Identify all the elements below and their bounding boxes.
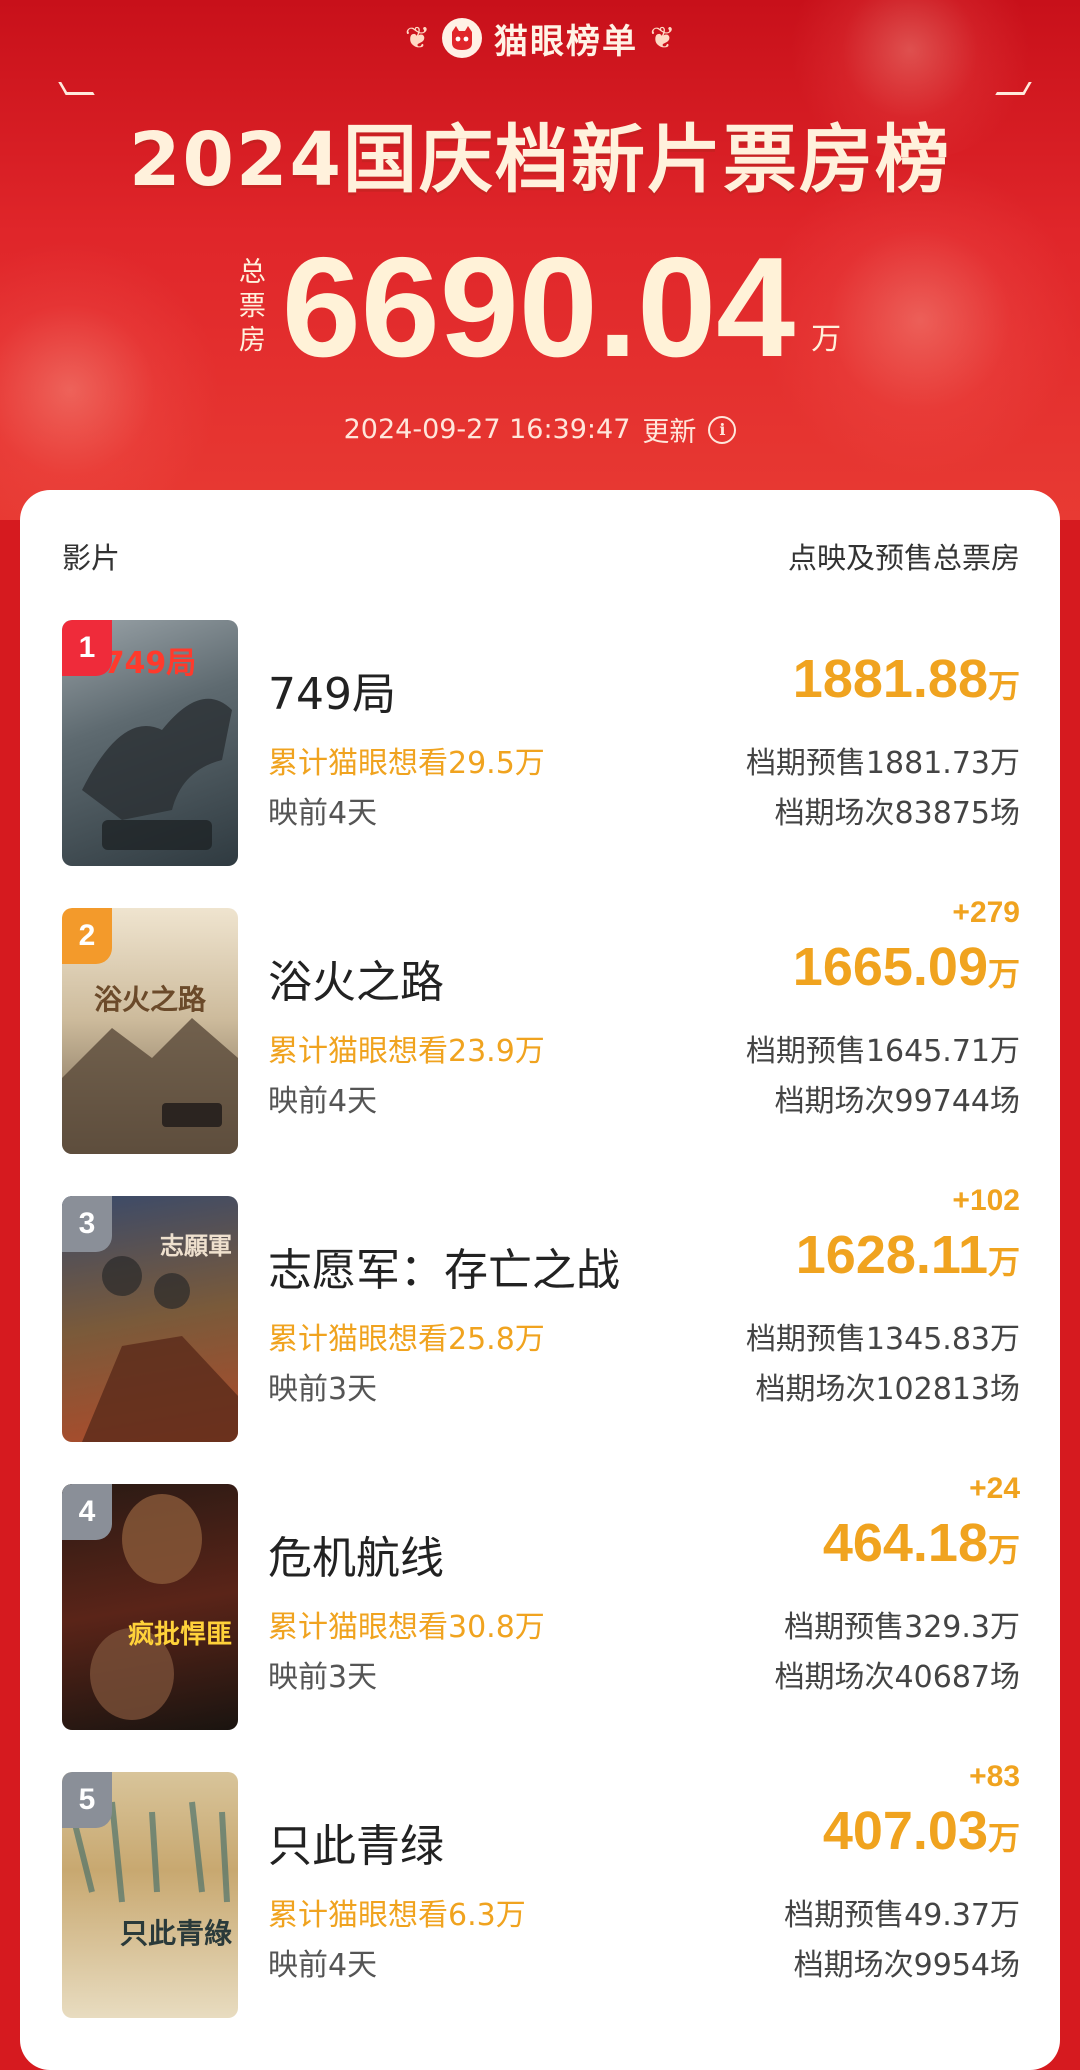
gross-value: 1665.09 万 xyxy=(793,936,1020,998)
gross-delta: +279 xyxy=(952,896,1020,929)
movie-poster[interactable]: 疯批悍匪 4 xyxy=(62,1484,238,1730)
total-value: 6690.04 xyxy=(281,228,796,387)
laurel-right-icon: ❦ xyxy=(650,20,676,56)
rank-badge: 1 xyxy=(62,620,112,676)
movie-poster[interactable]: 浴火之路 2 xyxy=(62,908,238,1154)
presale-gross: 档期预售1881.73万 xyxy=(745,746,1020,781)
movie-row[interactable]: 只此青綠 5 只此青绿 +83 累计猫眼想看6.3万 映前4天 407.03 万… xyxy=(20,1760,1060,2022)
poster-title: 只此青綠 xyxy=(119,1917,232,1950)
movie-title[interactable]: 浴火之路 xyxy=(268,946,444,1010)
gross-delta: +83 xyxy=(969,1760,1020,1793)
want-to-watch: 累计猫眼想看6.3万 xyxy=(268,1898,526,1933)
gross-unit: 万 xyxy=(987,1243,1020,1281)
screening-count: 档期场次102813场 xyxy=(755,1372,1020,1407)
poster-title: 浴火之路 xyxy=(93,983,206,1016)
gross-value: 1628.11 万 xyxy=(796,1224,1020,1286)
total-label-char: 总 xyxy=(238,257,266,288)
movie-row[interactable]: 志願軍 3 志愿军：存亡之战 +102 累计猫眼想看25.8万 映前3天 162… xyxy=(20,1184,1060,1446)
gross-unit: 万 xyxy=(987,1819,1020,1857)
column-header-movie: 影片 xyxy=(62,541,121,575)
ranking-panel: 影片 点映及预售总票房 749局 1 749局 累计猫眼想看29.5万 映前4天… xyxy=(20,490,1060,2070)
cat-face-icon xyxy=(442,18,482,58)
rank-badge: 3 xyxy=(62,1196,112,1252)
movie-row[interactable]: 疯批悍匪 4 危机航线 +24 累计猫眼想看30.8万 映前3天 464.18 … xyxy=(20,1472,1060,1734)
screening-count: 档期场次99744场 xyxy=(774,1084,1020,1119)
total-unit: 万 xyxy=(811,322,842,357)
gross-value: 407.03 万 xyxy=(823,1800,1020,1862)
gross-unit: 万 xyxy=(987,1531,1020,1569)
update-time: 2024-09-27 16:39:47 xyxy=(343,414,631,445)
movie-poster[interactable]: 志願軍 3 xyxy=(62,1196,238,1442)
want-to-watch: 累计猫眼想看29.5万 xyxy=(268,746,545,781)
total-label-char: 房 xyxy=(238,325,266,356)
days-before-release: 映前4天 xyxy=(268,796,378,831)
brand-name: 猫眼榜单 xyxy=(494,21,638,62)
gross-number: 1665.09 xyxy=(792,937,988,997)
gross-unit: 万 xyxy=(987,667,1020,705)
gross-number: 407.03 xyxy=(822,1801,988,1861)
movie-title[interactable]: 749局 xyxy=(268,658,396,722)
gross-delta: +24 xyxy=(969,1472,1020,1505)
gross-value: 1881.88 万 xyxy=(793,648,1020,710)
info-icon[interactable]: i xyxy=(708,415,737,444)
brand-bar: ❦ 猫眼榜单 ❦ xyxy=(0,14,1080,62)
movie-poster[interactable]: 749局 1 xyxy=(62,620,238,866)
header-banner: ❦ 猫眼榜单 ❦ 2024国庆档新片票房榜 总 票 房 6690.04 万 20… xyxy=(0,0,1080,520)
rank-badge: 5 xyxy=(62,1772,112,1828)
update-label: 更新 xyxy=(642,417,697,448)
movie-row[interactable]: 浴火之路 2 浴火之路 +279 累计猫眼想看23.9万 映前4天 1665.0… xyxy=(20,896,1060,1158)
rank-badge: 4 xyxy=(62,1484,112,1540)
presale-gross: 档期预售1645.71万 xyxy=(745,1034,1020,1069)
days-before-release: 映前3天 xyxy=(268,1660,378,1695)
days-before-release: 映前4天 xyxy=(268,1948,378,1983)
screening-count: 档期场次9954场 xyxy=(793,1948,1020,1983)
days-before-release: 映前3天 xyxy=(268,1372,378,1407)
presale-gross: 档期预售49.37万 xyxy=(784,1898,1020,1933)
presale-gross: 档期预售1345.83万 xyxy=(745,1322,1020,1357)
movie-title[interactable]: 只此青绿 xyxy=(268,1810,444,1874)
page-title: 2024国庆档新片票房榜 xyxy=(129,117,951,203)
gross-value: 464.18 万 xyxy=(823,1512,1020,1574)
movie-row[interactable]: 749局 1 749局 累计猫眼想看29.5万 映前4天 1881.88 万 档… xyxy=(20,620,1060,870)
presale-gross: 档期预售329.3万 xyxy=(784,1610,1020,1645)
total-label-char: 票 xyxy=(238,291,266,322)
want-to-watch: 累计猫眼想看30.8万 xyxy=(268,1610,545,1645)
want-to-watch: 累计猫眼想看23.9万 xyxy=(268,1034,545,1069)
poster-title: 疯批悍匪 xyxy=(127,1620,232,1650)
column-header-gross: 点映及预售总票房 xyxy=(787,541,1020,575)
screening-count: 档期场次83875场 xyxy=(774,796,1020,831)
rank-badge: 2 xyxy=(62,908,112,964)
screening-count: 档期场次40687场 xyxy=(774,1660,1020,1695)
gross-number: 1881.88 xyxy=(792,649,988,709)
movie-poster[interactable]: 只此青綠 5 xyxy=(62,1772,238,2018)
gross-number: 464.18 xyxy=(822,1513,988,1573)
corner-decoration xyxy=(58,82,95,95)
want-to-watch: 累计猫眼想看25.8万 xyxy=(268,1322,545,1357)
total-label: 总 票 房 xyxy=(239,256,266,358)
gross-number: 1628.11 xyxy=(795,1225,988,1285)
days-before-release: 映前4天 xyxy=(268,1084,378,1119)
update-info[interactable]: 2024-09-27 16:39:47 更新 i xyxy=(0,410,1080,449)
total-box-office: 总 票 房 6690.04 万 xyxy=(0,228,1080,387)
gross-delta: +102 xyxy=(952,1184,1020,1217)
movie-title[interactable]: 志愿军：存亡之战 xyxy=(268,1234,620,1298)
laurel-left-icon: ❦ xyxy=(404,20,430,56)
gross-unit: 万 xyxy=(987,955,1020,993)
movie-title[interactable]: 危机航线 xyxy=(268,1522,444,1586)
